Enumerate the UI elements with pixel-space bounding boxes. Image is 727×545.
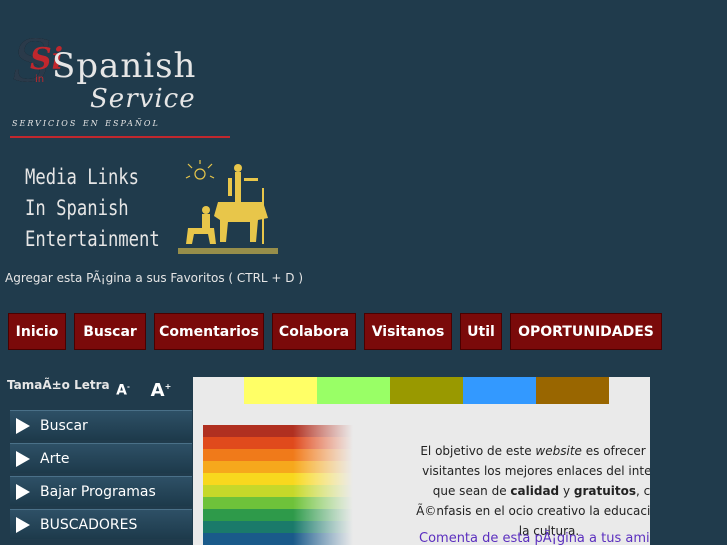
share-link[interactable]: Comenta de esta pÃ¡gina a tus amigos y — [419, 531, 650, 545]
nav-colabora[interactable]: Colabora — [272, 313, 356, 350]
swatch-green — [317, 377, 390, 404]
media-links-heading: Media Links In Spanish Entertainment — [25, 162, 175, 255]
sidebar-item-label: Bajar Programas — [40, 484, 156, 500]
font-larger-label: A — [150, 380, 165, 401]
nav-util[interactable]: Util — [460, 313, 502, 350]
nav-buscar[interactable]: Buscar — [74, 313, 146, 350]
sidebar-item-buscar[interactable]: Buscar — [10, 410, 192, 440]
swatch-yellow — [244, 377, 317, 404]
logo-spanish: Spanish — [52, 46, 197, 86]
intro-gratuitos: gratuitos — [573, 484, 637, 498]
logo-tagline: servicios en español — [12, 116, 160, 129]
site-logo[interactable]: S Si in Spanish Service servicios en esp… — [8, 32, 234, 142]
sidebar-item-arte[interactable]: Arte — [10, 443, 192, 473]
swatch-brown — [536, 377, 609, 404]
nav-oportunidades[interactable]: OPORTUNIDADES — [510, 313, 662, 350]
logo-in: in — [35, 74, 45, 85]
content-panel: El objetivo de este website es ofrecer a… — [193, 377, 650, 545]
intro-calidad: calidad — [510, 484, 560, 498]
arrow-right-icon — [16, 517, 30, 533]
nav-visitanos[interactable]: Visitanos — [364, 313, 452, 350]
media-line-1: Media Links — [25, 165, 140, 189]
nav-comentarios[interactable]: Comentarios — [154, 313, 264, 350]
font-larger-button[interactable]: A+ — [148, 373, 174, 401]
swatch-olive — [390, 377, 463, 404]
arrow-right-icon — [16, 484, 30, 500]
add-to-favorites-text[interactable]: Agregar esta PÃ¡gina a sus Favoritos ( C… — [5, 271, 303, 285]
swatch-blue — [463, 377, 536, 404]
main-nav: Inicio Buscar Comentarios Colabora Visit… — [0, 313, 727, 350]
font-size-label: TamaÃ±o Letra: — [7, 378, 115, 392]
rainbow-brush-image — [203, 425, 353, 545]
intro-paragraph: El objetivo de este website es ofrecer a… — [409, 441, 650, 541]
don-quixote-illustration — [178, 160, 278, 254]
sidebar-item-bajar-programas[interactable]: Bajar Programas — [10, 476, 192, 506]
sidebar-item-label: BUSCADORES — [40, 517, 138, 533]
sidebar-item-label: Arte — [40, 451, 70, 467]
arrow-right-icon — [16, 418, 30, 434]
sidebar-item-label: Buscar — [40, 418, 88, 434]
intro-website: website — [535, 444, 582, 458]
intro-part1: El objetivo de este — [420, 444, 532, 458]
logo-service: Service — [90, 84, 196, 114]
sidebar-item-buscadores[interactable]: BUSCADORES — [10, 509, 192, 539]
media-line-3: Entertainment — [25, 227, 160, 251]
media-line-2: In Spanish — [25, 196, 129, 220]
font-smaller-button[interactable]: A- — [110, 373, 136, 399]
logo-underline — [10, 136, 230, 138]
color-swatches — [244, 377, 609, 404]
sidebar-menu: Buscar Arte Bajar Programas BUSCADORES — [10, 410, 192, 542]
nav-inicio[interactable]: Inicio — [8, 313, 66, 350]
font-smaller-label: A — [116, 382, 127, 399]
arrow-right-icon — [16, 451, 30, 467]
intro-y: y — [562, 484, 571, 498]
